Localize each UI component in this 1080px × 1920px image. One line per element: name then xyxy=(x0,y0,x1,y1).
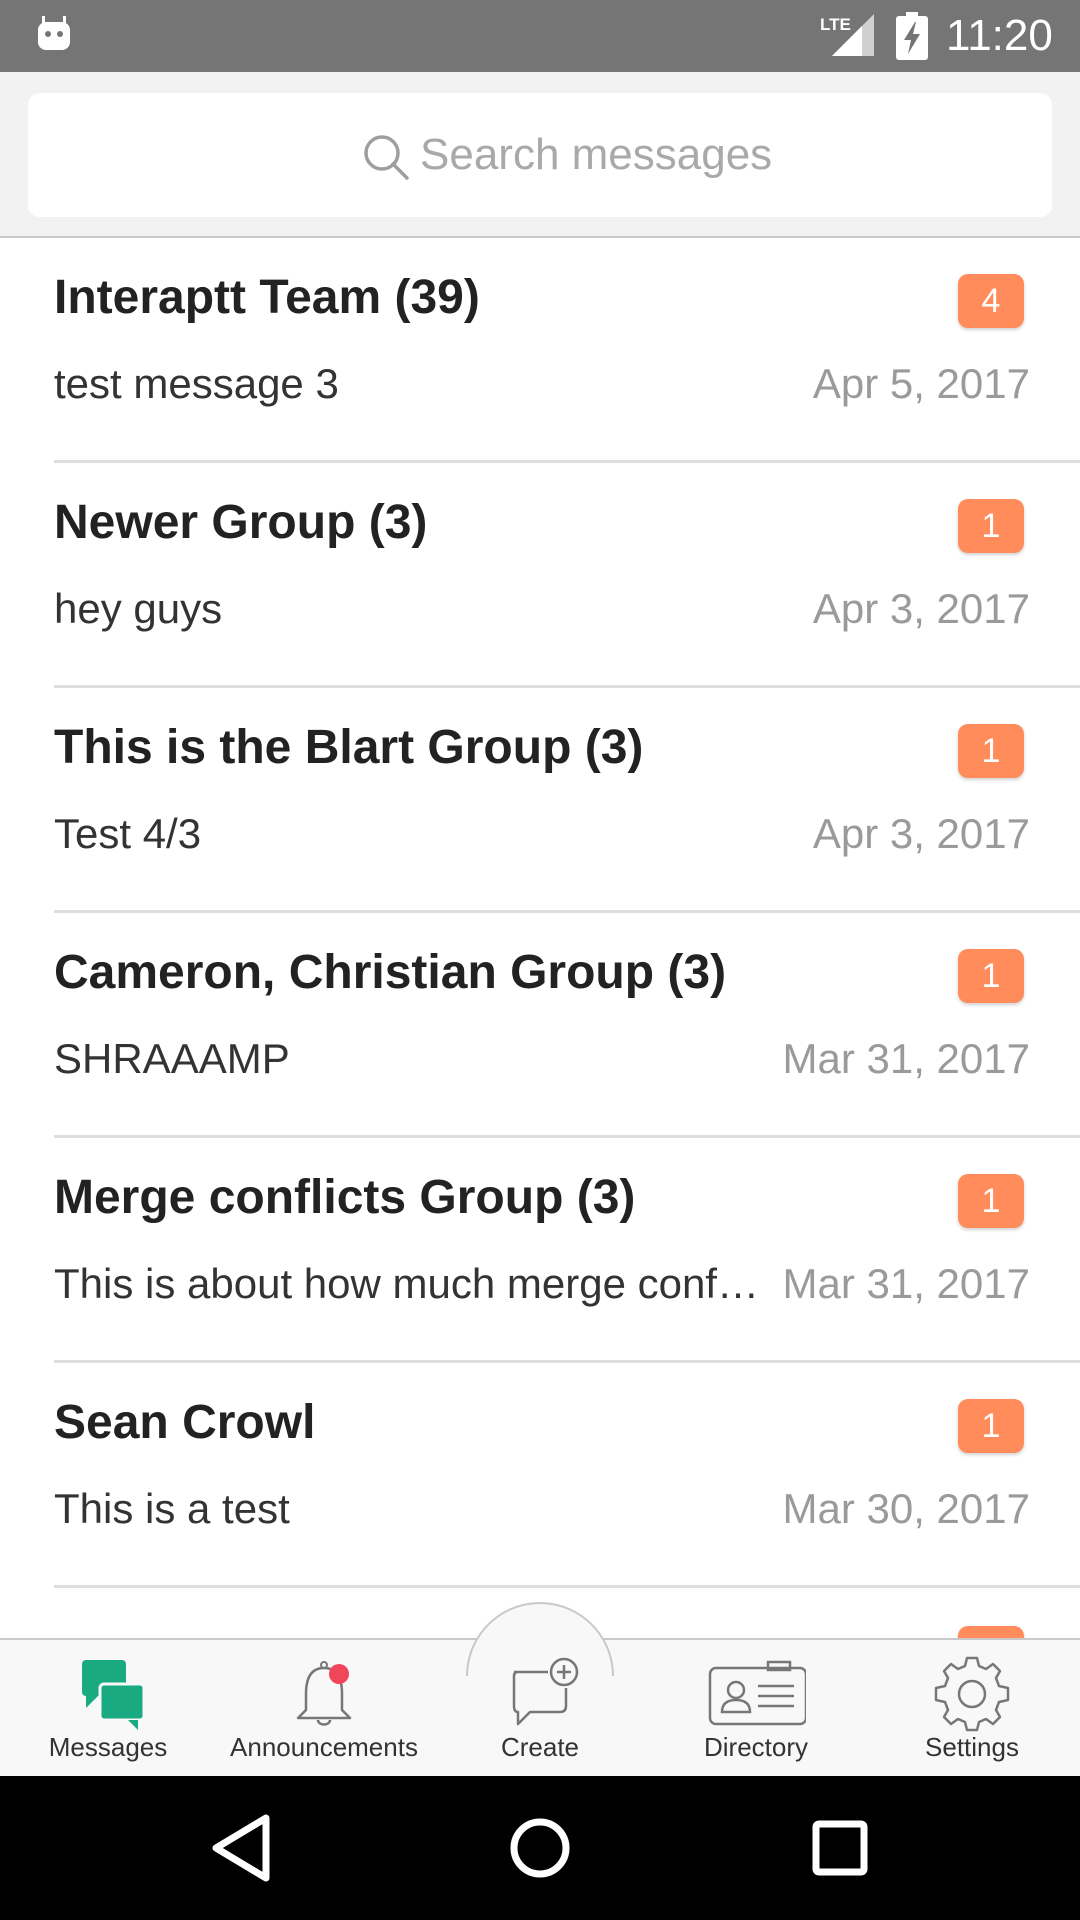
tab-label: Settings xyxy=(925,1732,1019,1762)
gear-icon xyxy=(934,1656,1010,1732)
conversation-item[interactable]: Merge conflicts Group (3) 1 This is abou… xyxy=(0,1138,1080,1363)
conversation-title: Merge conflicts Group (3) xyxy=(54,1171,636,1224)
notification-dot xyxy=(329,1664,349,1684)
search-input[interactable]: Search messages xyxy=(28,93,1052,217)
conversation-title: This is the Blart Group (3) xyxy=(54,721,644,774)
search-area: Search messages xyxy=(0,72,1080,238)
conversation-date: Apr 3, 2017 xyxy=(812,810,1030,857)
conversation-preview: test message 3 xyxy=(54,360,339,407)
bell-icon xyxy=(296,1661,352,1726)
tab-label: Directory xyxy=(703,1732,808,1762)
conversation-preview: SHRAAAMP xyxy=(54,1035,290,1082)
unread-badge xyxy=(958,1626,1024,1638)
tab-messages[interactable]: Messages xyxy=(0,1646,216,1774)
conversation-preview: hey guys xyxy=(54,585,223,632)
unread-badge: 1 xyxy=(958,949,1024,1003)
unread-badge: 1 xyxy=(958,499,1024,553)
unread-badge: 1 xyxy=(958,1174,1024,1228)
conversation-date: Mar 31, 2017 xyxy=(782,1260,1031,1307)
back-icon[interactable] xyxy=(188,1796,292,1900)
search-icon xyxy=(364,135,409,180)
unread-badge: 1 xyxy=(958,724,1024,778)
status-time: 11:20 xyxy=(946,11,1053,60)
recents-icon[interactable] xyxy=(788,1796,892,1900)
status-bar: LTE 11:20 xyxy=(0,0,1080,72)
unread-badge: 4 xyxy=(958,274,1024,328)
messages-screen: LTE 11:20 Search messages Interaptt Team… xyxy=(0,0,1080,1920)
conversation-date: Apr 5, 2017 xyxy=(812,360,1030,407)
search-placeholder: Search messages xyxy=(420,130,773,179)
conversation-title: Cameron, Christian Group (3) xyxy=(54,946,727,999)
tab-create[interactable]: Create xyxy=(432,1646,648,1774)
svg-text:LTE: LTE xyxy=(820,15,851,34)
conversation-preview: This is about how much merge conflicts xyxy=(54,1260,764,1307)
conversation-item[interactable]: Sean Crowl 1 This is a test Mar 30, 2017 xyxy=(0,1363,1080,1588)
conversation-date: Mar 30, 2017 xyxy=(782,1485,1031,1532)
id-card-icon xyxy=(708,1660,806,1726)
tab-settings[interactable]: Settings xyxy=(864,1646,1080,1774)
unread-badge: 1 xyxy=(958,1399,1024,1453)
conversation-date: Apr 3, 2017 xyxy=(812,585,1030,632)
lte-signal-icon: LTE xyxy=(820,14,874,56)
conversation-title: Interaptt Team (39) xyxy=(54,271,480,324)
tab-label: Announcements xyxy=(230,1732,418,1762)
create-message-icon xyxy=(512,1657,579,1726)
conversation-preview: This is a test xyxy=(54,1485,290,1532)
tab-announcements[interactable]: Announcements xyxy=(216,1646,432,1774)
android-debug-icon xyxy=(38,16,70,50)
home-icon[interactable] xyxy=(488,1796,592,1900)
battery-charging-icon xyxy=(896,12,928,60)
tab-directory[interactable]: Directory xyxy=(648,1646,864,1774)
conversation-title: Newer Group (3) xyxy=(54,496,428,549)
conversation-preview: Test 4/3 xyxy=(54,810,202,857)
conversation-title: Sean Crowl xyxy=(54,1396,316,1449)
conversation-item[interactable]: Newer Group (3) 1 hey guys Apr 3, 2017 xyxy=(0,463,1080,688)
conversation-item[interactable]: Interaptt Team (39) 4 test message 3 Apr… xyxy=(0,238,1080,463)
messages-icon xyxy=(82,1660,146,1730)
conversation-list[interactable]: Interaptt Team (39) 4 test message 3 Apr… xyxy=(0,238,1080,1638)
conversation-date: Mar 31, 2017 xyxy=(782,1035,1031,1082)
conversation-item[interactable]: This is the Blart Group (3) 1 Test 4/3 A… xyxy=(0,688,1080,913)
system-navigation-bar xyxy=(0,1776,1080,1920)
conversation-item[interactable]: Cameron, Christian Group (3) 1 SHRAAAMP … xyxy=(0,913,1080,1138)
tab-label: Messages xyxy=(48,1732,168,1762)
tab-label: Create xyxy=(500,1732,580,1762)
